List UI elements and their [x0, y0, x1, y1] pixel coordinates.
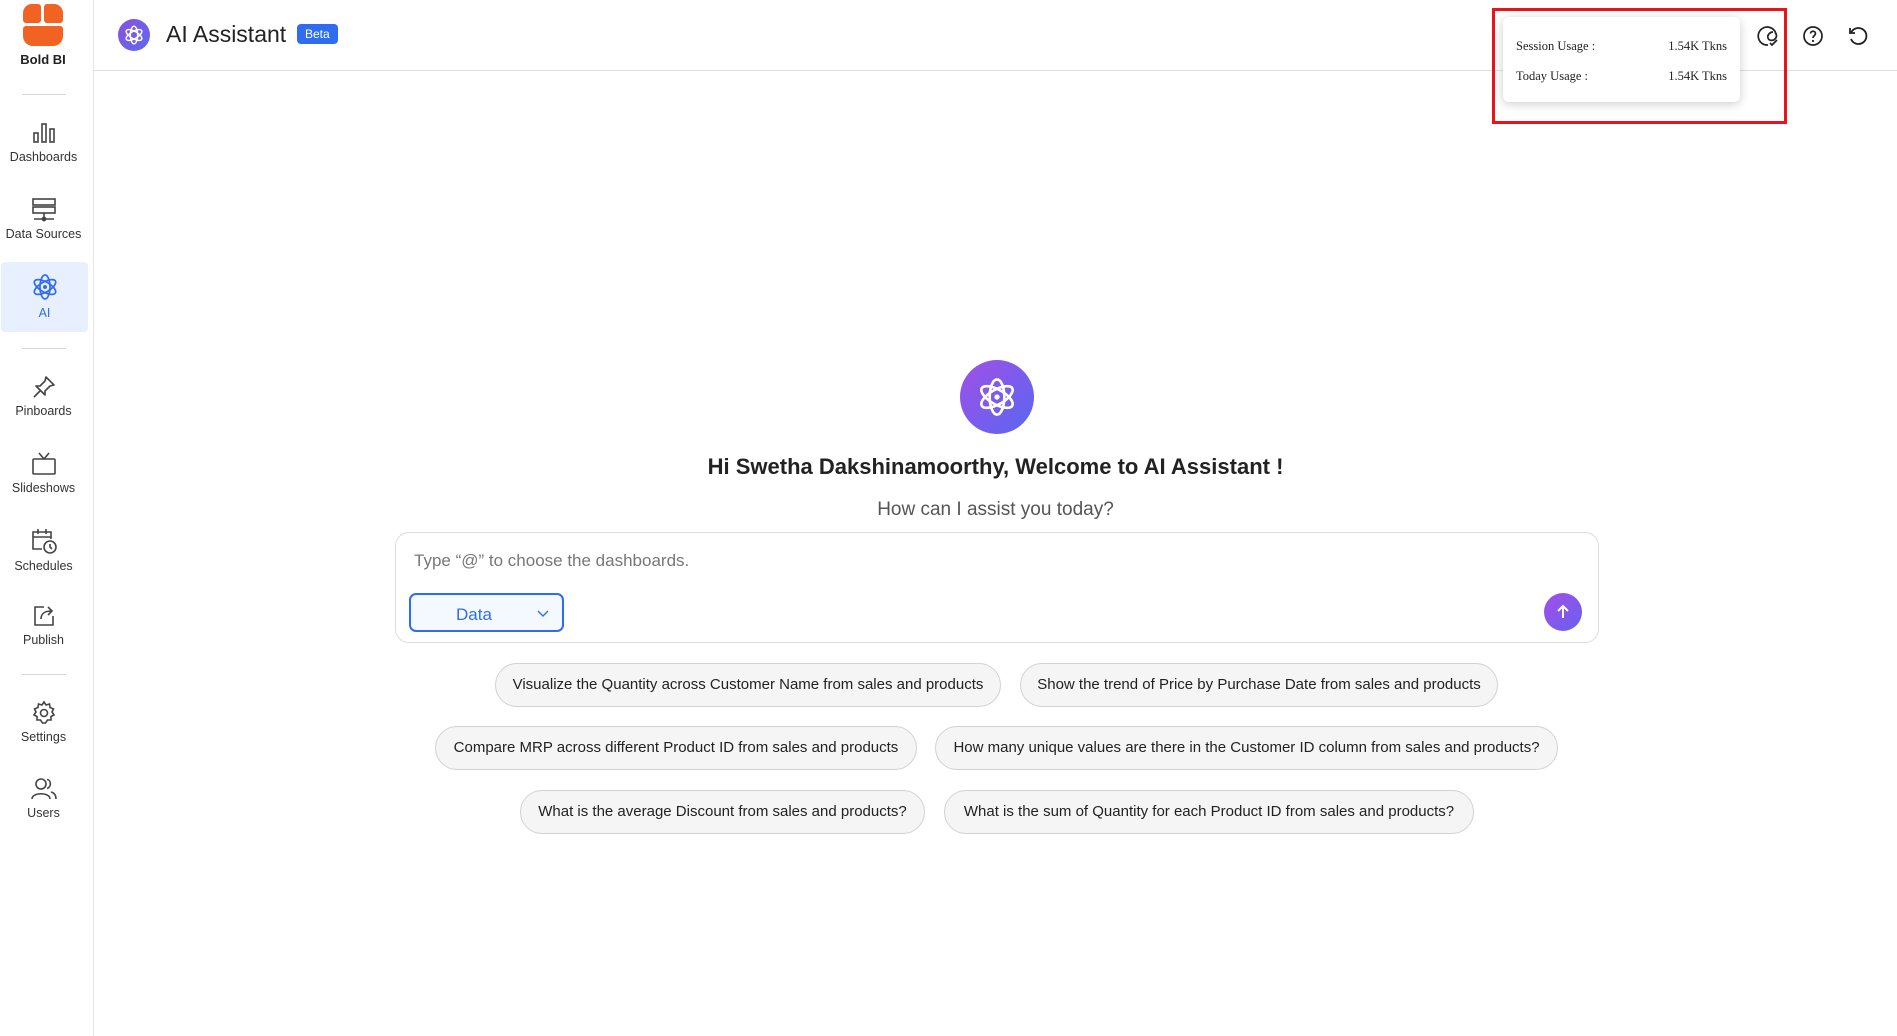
sidebar-item-label: Schedules	[14, 559, 73, 573]
brand-logo[interactable]: Bold BI	[0, 4, 86, 67]
bar-chart-icon	[32, 123, 55, 143]
beta-badge: Beta	[297, 24, 338, 44]
welcome-subtitle: How can I assist you today?	[877, 499, 1114, 520]
usage-tooltip: Session Usage : 1.54K Tkns Today Usage :…	[1503, 17, 1740, 102]
gear-icon	[32, 700, 55, 724]
prompt-box: Data	[395, 532, 1599, 643]
ai-assistant-icon	[118, 19, 150, 51]
sidebar-item-pinboards[interactable]: Pinboards	[0, 364, 87, 434]
today-usage-label: Today Usage :	[1516, 69, 1589, 83]
sidebar-item-data-sources[interactable]: Data Sources	[0, 187, 87, 257]
source-select-value: Data	[456, 605, 492, 624]
atom-icon	[32, 274, 57, 300]
pin-icon	[32, 376, 55, 398]
sidebar-item-dashboards[interactable]: Dashboards	[0, 110, 87, 180]
publish-icon	[33, 606, 54, 626]
help-button[interactable]	[1801, 24, 1825, 48]
sidebar-item-label: Data Sources	[5, 227, 82, 241]
send-button[interactable]	[1544, 593, 1582, 631]
welcome-heading: Hi Swetha Dakshinamoorthy, Welcome to AI…	[707, 454, 1284, 479]
suggestion-chip[interactable]: What is the sum of Quantity for each Pro…	[944, 790, 1474, 834]
arrow-up-icon	[1557, 604, 1569, 618]
server-icon	[31, 198, 56, 222]
page-title: AI Assistant	[166, 21, 287, 47]
chevron-down-icon	[536, 605, 550, 625]
sidebar-divider	[22, 674, 66, 675]
sidebar-item-label: Pinboards	[15, 404, 72, 418]
prompt-input[interactable]	[414, 551, 1314, 571]
session-usage-value: 1.54K Tkns	[1668, 39, 1727, 53]
sidebar-divider	[22, 348, 66, 349]
session-usage-label: Session Usage :	[1516, 39, 1596, 53]
sidebar-item-publish[interactable]: Publish	[0, 593, 87, 663]
sidebar-item-ai[interactable]: AI	[1, 262, 88, 332]
sidebar-item-schedules[interactable]: Schedules	[0, 517, 87, 587]
suggestion-chip[interactable]: Show the trend of Price by Purchase Date…	[1020, 663, 1498, 707]
suggestion-chip[interactable]: What is the average Discount from sales …	[520, 790, 925, 834]
sidebar-item-label: Publish	[23, 633, 64, 647]
ai-avatar-icon	[960, 360, 1034, 434]
suggestion-chip[interactable]: Compare MRP across different Product ID …	[435, 726, 917, 770]
calendar-clock-icon	[31, 529, 57, 554]
brand-name: Bold BI	[20, 52, 66, 67]
sidebar-item-label: AI	[38, 306, 51, 320]
sidebar-item-users[interactable]: Users	[0, 766, 87, 836]
users-icon	[30, 778, 57, 800]
reset-icon	[1849, 27, 1868, 45]
today-usage-value: 1.54K Tkns	[1668, 69, 1727, 83]
sidebar-item-settings[interactable]: Settings	[0, 690, 87, 760]
help-icon	[1803, 26, 1823, 46]
sidebar-item-label: Slideshows	[11, 481, 76, 495]
source-select[interactable]: Data	[409, 593, 564, 632]
sidebar-item-label: Users	[27, 806, 60, 820]
sidebar-item-label: Dashboards	[9, 150, 78, 164]
suggestion-chip[interactable]: Visualize the Quantity across Customer N…	[495, 663, 1001, 707]
bold-bi-logo-icon	[23, 4, 63, 46]
reset-button[interactable]	[1846, 24, 1870, 48]
sidebar-item-label: Settings	[20, 730, 67, 744]
sidebar-divider	[22, 94, 66, 95]
suggestion-chip[interactable]: How many unique values are there in the …	[935, 726, 1558, 770]
